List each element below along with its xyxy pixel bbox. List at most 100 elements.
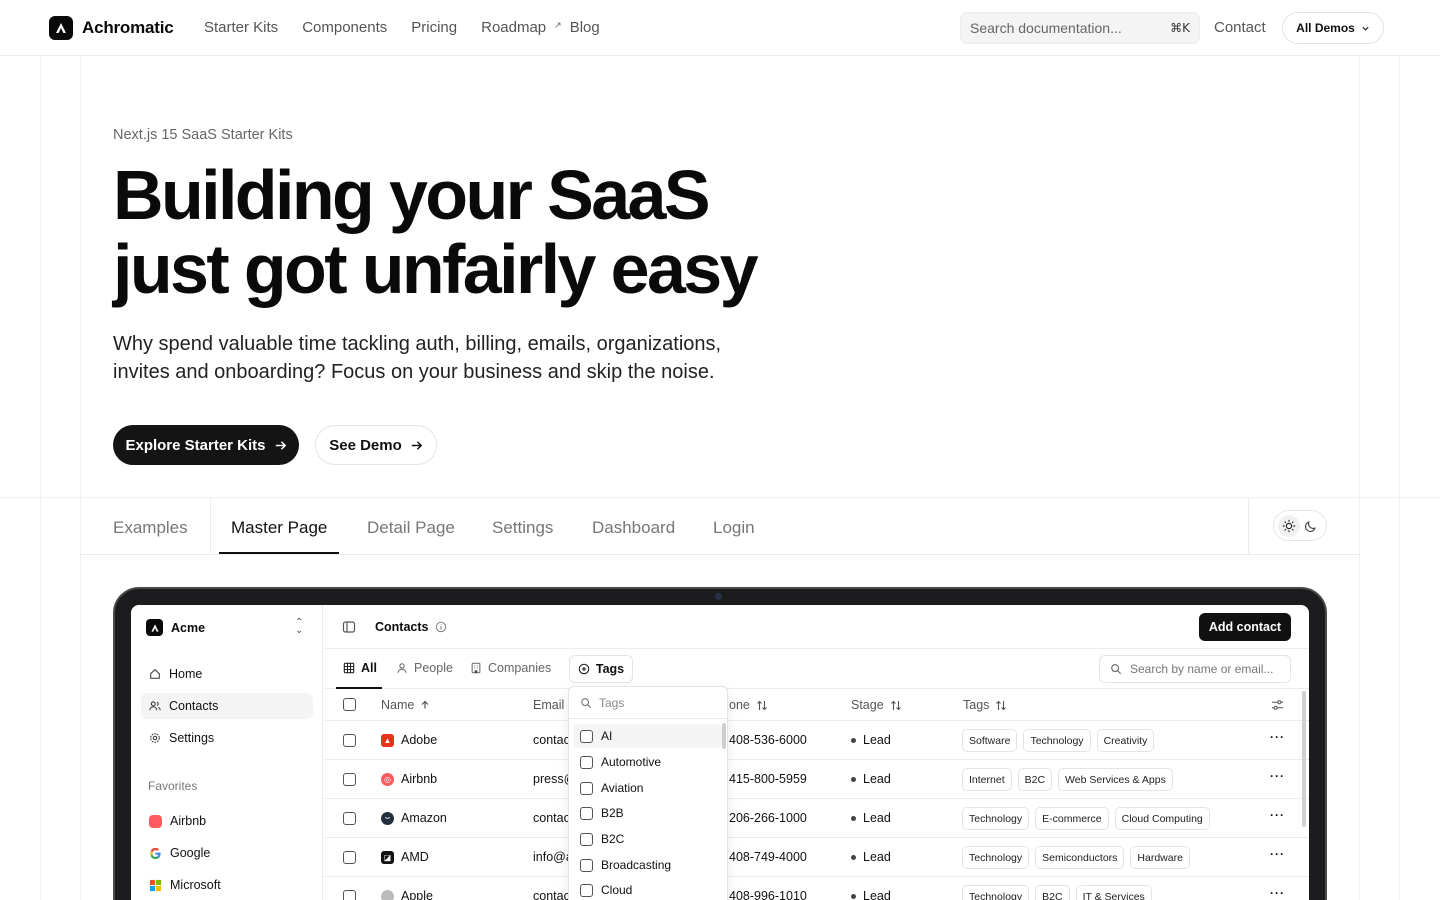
row-actions-more-icon[interactable]: ···	[1270, 808, 1285, 822]
tag-badge: Internet	[962, 768, 1012, 791]
row-actions-more-icon[interactable]: ···	[1270, 886, 1285, 900]
row-actions-more-icon[interactable]: ···	[1270, 730, 1285, 744]
row-checkbox[interactable]	[343, 851, 356, 864]
tag-option-b2c[interactable]: B2C	[574, 827, 722, 851]
tab-settings[interactable]: Settings	[492, 518, 553, 538]
info-icon[interactable]	[435, 621, 447, 633]
checkbox[interactable]	[580, 755, 593, 769]
add-contact-button[interactable]: Add contact	[1199, 613, 1291, 641]
favorite-item-airbnb[interactable]: Airbnb	[141, 808, 313, 834]
tag-option-aviation[interactable]: Aviation	[574, 776, 722, 800]
favorites-heading: Favorites	[148, 779, 198, 793]
row-checkbox[interactable]	[343, 812, 356, 825]
column-header-stage[interactable]: Stage	[851, 698, 902, 712]
tab-master-page[interactable]: Master Page	[231, 518, 327, 538]
tab-login[interactable]: Login	[713, 518, 755, 538]
checkbox[interactable]	[343, 698, 356, 711]
company-cell[interactable]: ⌣ Amazon	[381, 811, 447, 825]
tags-search-input[interactable]: Tags	[569, 687, 727, 719]
nav-link-roadmap-label: Roadmap	[481, 19, 547, 36]
amd-logo-icon: ◪	[381, 850, 394, 864]
tag-option-broadcasting[interactable]: Broadcasting	[574, 853, 722, 877]
checkbox[interactable]	[580, 806, 593, 820]
row-actions-more-icon[interactable]: ···	[1270, 847, 1285, 861]
tag-option-ai[interactable]: AI	[574, 724, 722, 748]
table-header: Name Email one Stage Tags	[324, 689, 1309, 721]
tag-badge: E-commerce	[1035, 807, 1109, 830]
explore-starter-kits-button[interactable]: Explore Starter Kits	[113, 425, 299, 465]
table-row[interactable]: ⌣ Amazon contac 206-266-1000 Lead Techno…	[324, 799, 1309, 838]
column-settings-icon[interactable]	[1271, 699, 1284, 711]
sun-icon[interactable]	[1278, 514, 1300, 537]
select-all-checkbox[interactable]	[343, 698, 356, 711]
nav-link-blog[interactable]: Blog	[570, 19, 600, 36]
tag-option-b2b[interactable]: B2B	[574, 801, 722, 825]
table-row[interactable]: ◎ Airbnb press@ 415-800-5959 Lead Intern…	[324, 760, 1309, 799]
table-search-input[interactable]: Search by name or email...	[1099, 655, 1291, 683]
checkbox[interactable]	[580, 832, 593, 846]
chevron-down-icon	[1362, 26, 1369, 31]
sort-icon	[996, 700, 1007, 710]
row-checkbox[interactable]	[343, 890, 356, 900]
sidebar-item-label: Contacts	[169, 699, 219, 713]
company-cell[interactable]: Apple	[381, 889, 433, 900]
company-cell[interactable]: ◪ AMD	[381, 850, 429, 864]
company-cell[interactable]: ▲ Adobe	[381, 733, 437, 747]
nav-link-pricing[interactable]: Pricing	[411, 19, 457, 36]
tab-dashboard[interactable]: Dashboard	[592, 518, 675, 538]
docs-search-input[interactable]: Search documentation... ⌘K	[960, 12, 1200, 44]
frame-line-right-outer	[1399, 56, 1400, 900]
favorite-item-microsoft[interactable]: Microsoft	[141, 872, 313, 898]
checkbox[interactable]	[580, 883, 593, 897]
popover-scrollbar[interactable]	[722, 723, 726, 749]
nav-link-components[interactable]: Components	[302, 19, 387, 36]
filter-tab-people[interactable]: People	[396, 661, 453, 675]
column-header-phone[interactable]: one	[729, 698, 768, 712]
sidebar-item-home[interactable]: Home	[141, 661, 313, 687]
column-header-tags[interactable]: Tags	[963, 698, 1007, 712]
table-row[interactable]: ◪ AMD info@a 408-749-4000 Lead Technolog…	[324, 838, 1309, 877]
see-demo-button[interactable]: See Demo	[315, 425, 437, 465]
tab-detail-page[interactable]: Detail Page	[367, 518, 455, 538]
filter-tab-all[interactable]: All	[343, 661, 377, 675]
tags-filter-button[interactable]: Tags	[569, 655, 633, 683]
company-cell[interactable]: ◎ Airbnb	[381, 772, 437, 786]
row-actions-more-icon[interactable]: ···	[1270, 769, 1285, 783]
filter-tab-companies[interactable]: Companies	[470, 661, 551, 675]
checkbox[interactable]	[580, 729, 593, 743]
favorite-item-google[interactable]: Google	[141, 840, 313, 866]
tag-option-automotive[interactable]: Automotive	[574, 750, 722, 774]
column-header-email[interactable]: Email	[533, 698, 564, 712]
phone-cell: 206-266-1000	[729, 811, 807, 825]
table-row[interactable]: Apple contac 408-996-1010 Lead Technolog…	[324, 877, 1309, 900]
row-checkbox[interactable]	[343, 734, 356, 747]
chevron-up-down-icon[interactable]: ⌃ ⌄	[295, 618, 303, 636]
tag-badge: Web Services & Apps	[1058, 768, 1173, 791]
nav-link-roadmap[interactable]: Roadmap ↗	[481, 19, 562, 36]
row-checkbox[interactable]	[343, 773, 356, 786]
tag-option-cloud[interactable]: Cloud	[574, 878, 722, 900]
moon-icon[interactable]	[1300, 515, 1322, 537]
phone-cell: 408-749-4000	[729, 850, 807, 864]
user-icon	[397, 663, 407, 673]
tags-search-placeholder: Tags	[599, 695, 625, 710]
column-header-name[interactable]: Name	[381, 698, 430, 712]
tab-examples[interactable]: Examples	[113, 518, 188, 538]
nav-link-starter-kits[interactable]: Starter Kits	[204, 19, 278, 36]
sidebar-toggle-icon[interactable]	[342, 620, 356, 634]
company-name: Amazon	[401, 811, 447, 825]
table-scrollbar[interactable]	[1302, 691, 1306, 827]
table-row[interactable]: ▲ Adobe contac 408-536-6000 Lead Softwar…	[324, 721, 1309, 760]
checkbox[interactable]	[580, 858, 593, 872]
search-shortcut-badge: ⌘K	[1170, 21, 1190, 35]
all-demos-dropdown[interactable]: All Demos	[1282, 12, 1384, 44]
nav-link-contact[interactable]: Contact	[1214, 19, 1266, 36]
tag-badge: Technology	[1023, 729, 1091, 752]
brand-logo[interactable]: Achromatic	[49, 16, 174, 40]
theme-toggle[interactable]	[1273, 510, 1327, 541]
workspace-switcher[interactable]: Acme	[146, 619, 205, 636]
tag-option-label: Cloud	[601, 883, 633, 897]
sidebar-item-contacts[interactable]: Contacts	[141, 693, 313, 719]
checkbox[interactable]	[580, 781, 593, 795]
sidebar-item-settings[interactable]: Settings	[141, 725, 313, 751]
